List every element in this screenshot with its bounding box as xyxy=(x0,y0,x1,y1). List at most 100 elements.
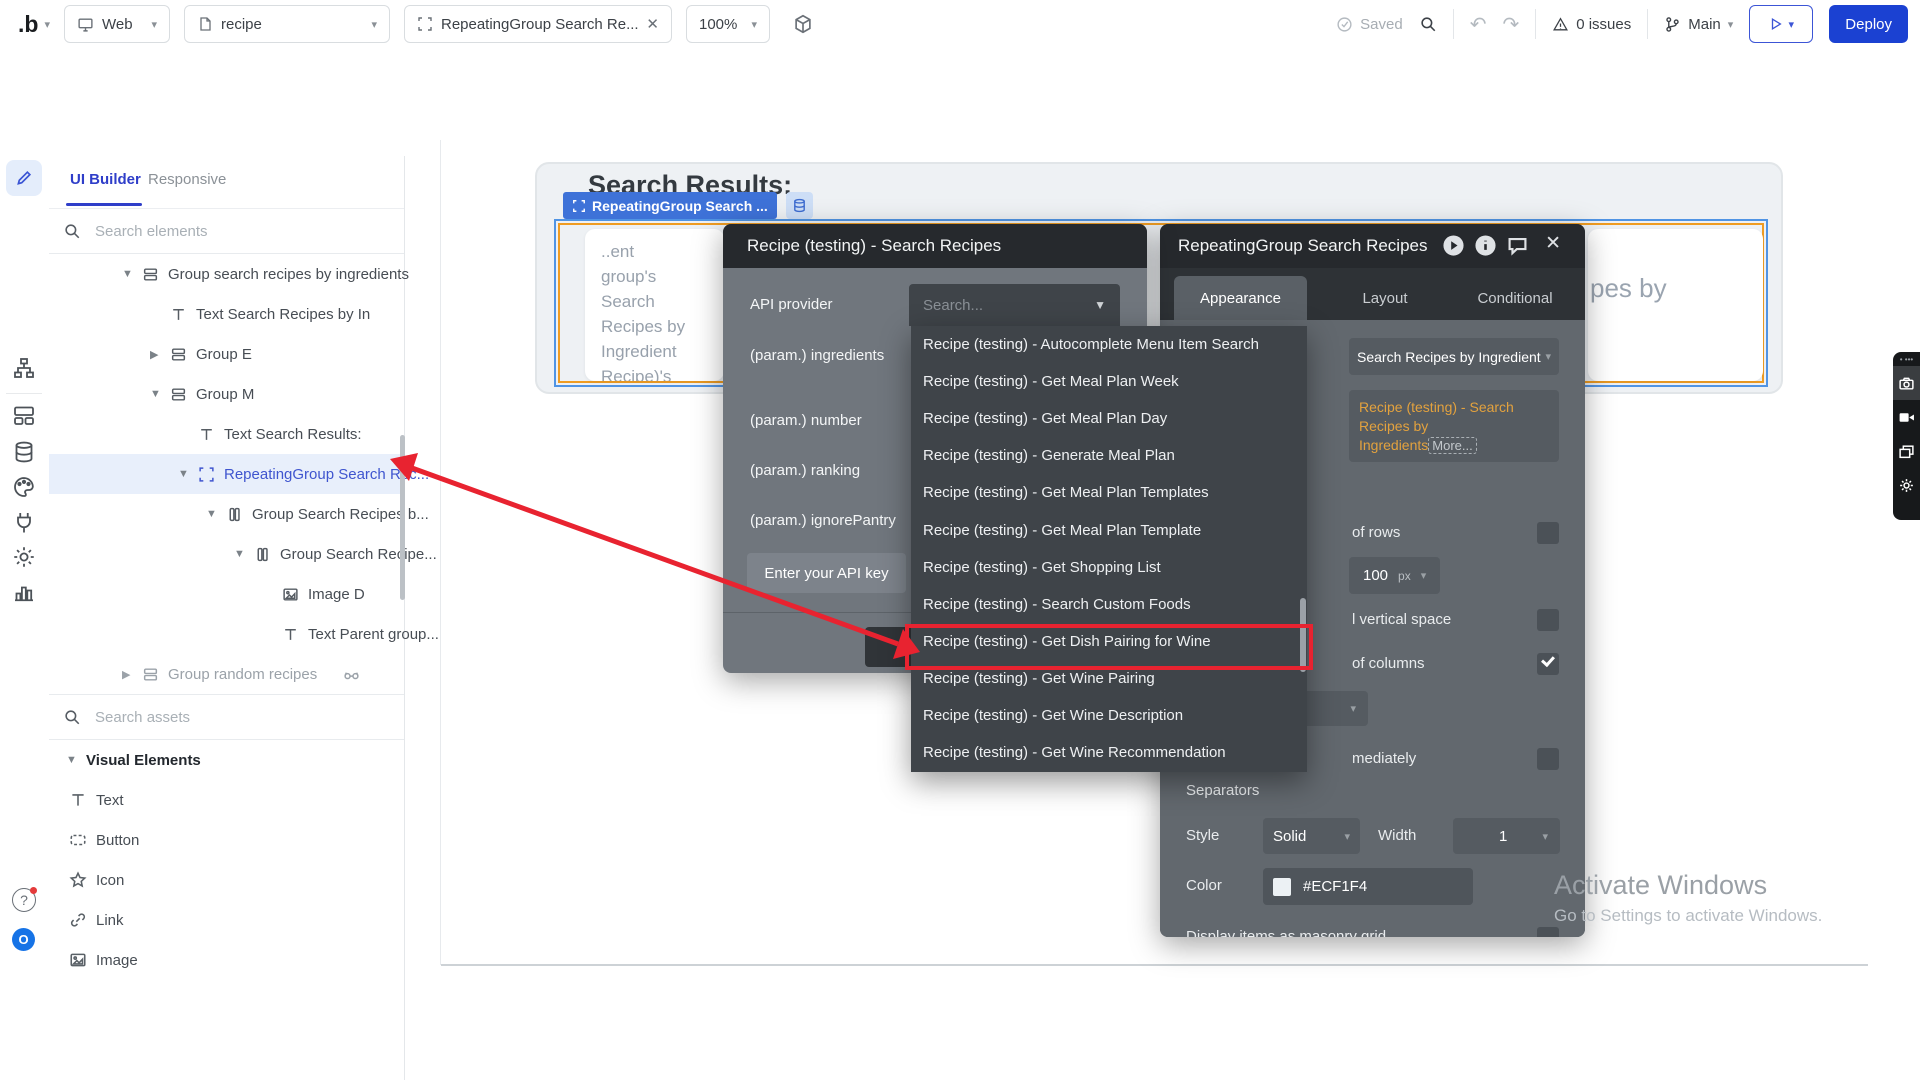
close-icon[interactable]: ✕ xyxy=(646,15,659,33)
search-icon[interactable] xyxy=(1419,15,1437,33)
preview-button[interactable]: ▾ xyxy=(1749,5,1813,43)
separator-color-field[interactable]: #ECF1F4 xyxy=(1263,868,1473,905)
tree-item[interactable]: ▼Group Search Recipes b... xyxy=(49,494,404,534)
screenshot-camera-icon[interactable] xyxy=(1893,366,1920,400)
redo-icon[interactable]: ↷ xyxy=(1502,12,1519,37)
color-value: #ECF1F4 xyxy=(1303,878,1367,895)
more-chip[interactable]: More... xyxy=(1428,437,1476,454)
tree-item[interactable]: ▼Group M xyxy=(49,374,404,414)
tree-item[interactable]: Text Search Recipes by In xyxy=(49,294,404,334)
star-icon xyxy=(69,871,87,889)
comment-icon[interactable] xyxy=(1506,234,1529,257)
undo-icon[interactable]: ↶ xyxy=(1470,12,1487,37)
open-element-tab[interactable]: RepeatingGroup Search Re... ✕ xyxy=(404,5,672,43)
enter-api-key-button[interactable]: Enter your API key xyxy=(747,553,906,593)
provider-option[interactable]: Recipe (testing) - Generate Meal Plan xyxy=(911,437,1307,474)
provider-option[interactable]: Recipe (testing) - Autocomplete Menu Ite… xyxy=(911,326,1307,363)
visual-elements-header[interactable]: ▼ Visual Elements xyxy=(49,740,404,780)
separator-width-select[interactable]: 1 ▾ xyxy=(1453,818,1560,854)
provider-option[interactable]: Recipe (testing) - Search Custom Foods xyxy=(911,586,1307,623)
chevron-right-icon[interactable]: ▶ xyxy=(150,348,170,361)
help-button[interactable]: ? xyxy=(12,888,36,912)
workflow-icon[interactable] xyxy=(12,356,36,380)
play-circle-icon[interactable] xyxy=(1442,234,1465,257)
immediately-checkbox[interactable] xyxy=(1537,748,1559,770)
toolbar-gear-icon[interactable] xyxy=(1893,468,1920,502)
columns-count-select[interactable]: ▾ xyxy=(1300,691,1368,726)
provider-option[interactable]: Recipe (testing) - Get Wine Description xyxy=(911,697,1307,734)
cube-icon[interactable] xyxy=(792,13,814,35)
branch-dropdown[interactable]: Main ▾ xyxy=(1664,16,1733,33)
search-elements-input[interactable]: Search elements xyxy=(49,208,404,254)
visual-element-icon[interactable]: Icon xyxy=(49,860,404,900)
tree-item[interactable]: ▶Group E xyxy=(49,334,404,374)
visual-element-link[interactable]: Link xyxy=(49,900,404,940)
issues-indicator[interactable]: 0 issues xyxy=(1552,16,1631,33)
info-circle-icon[interactable] xyxy=(1474,234,1497,257)
type-of-content-select[interactable]: Search Recipes by Ingredient ▾ xyxy=(1349,338,1559,375)
sidebar-scrollbar[interactable] xyxy=(400,435,405,600)
zoom-dropdown[interactable]: 100% ▾ xyxy=(686,5,770,43)
provider-option[interactable]: Recipe (testing) - Get Meal Plan Templat… xyxy=(911,511,1307,548)
chevron-right-icon[interactable]: ▶ xyxy=(122,668,142,681)
chevron-down-icon[interactable]: ▼ xyxy=(178,468,198,480)
repeating-cell-2[interactable]: pes by xyxy=(1588,229,1763,381)
tab-appearance[interactable]: Appearance xyxy=(1174,276,1307,320)
database-icon[interactable] xyxy=(12,440,36,464)
tree-item[interactable]: ▼RepeatingGroup Search Rec... xyxy=(49,454,404,494)
tab-ui-builder[interactable]: UI Builder xyxy=(70,171,141,188)
divider xyxy=(6,393,42,394)
video-record-icon[interactable] xyxy=(1893,400,1920,434)
vertical-space-checkbox[interactable] xyxy=(1537,609,1559,631)
tree-item[interactable]: ▼Group search recipes by ingredients xyxy=(49,254,404,294)
platform-dropdown[interactable]: Web ▾ xyxy=(64,5,170,43)
layers-copy-icon[interactable] xyxy=(1893,434,1920,468)
tree-item[interactable]: ▼Group Search Recipe... xyxy=(49,534,404,574)
api-provider-select[interactable]: Search... ▼ xyxy=(909,284,1120,326)
visual-element-text[interactable]: Text xyxy=(49,780,404,820)
provider-option[interactable]: Recipe (testing) - Get Meal Plan Day xyxy=(911,400,1307,437)
deploy-button[interactable]: Deploy xyxy=(1829,5,1908,43)
tab-conditional[interactable]: Conditional xyxy=(1450,276,1580,320)
visual-element-button[interactable]: Button xyxy=(49,820,404,860)
components-icon[interactable] xyxy=(12,403,36,427)
rows-checkbox[interactable] xyxy=(1537,522,1559,544)
provider-option[interactable]: Recipe (testing) - Get Shopping List xyxy=(911,549,1307,586)
masonry-checkbox[interactable] xyxy=(1537,927,1559,937)
tree-item-label: Image D xyxy=(308,586,365,603)
styles-palette-icon[interactable] xyxy=(12,475,36,499)
plugins-icon[interactable] xyxy=(12,510,36,534)
tree-item[interactable]: Text Search Results: xyxy=(49,414,404,454)
settings-gear-icon[interactable] xyxy=(12,545,36,569)
search-assets-input[interactable]: Search assets xyxy=(49,694,404,740)
chevron-down-icon[interactable]: ▼ xyxy=(122,268,142,280)
repeating-cell-1[interactable]: ..entgroup'sSearchRecipes byIngredientRe… xyxy=(585,229,724,381)
data-source-chip[interactable] xyxy=(786,192,813,219)
page-dropdown[interactable]: recipe ▾ xyxy=(184,5,390,43)
columns-checkbox[interactable] xyxy=(1537,653,1559,675)
tree-item[interactable]: ▶Group random recipes xyxy=(49,654,404,694)
provider-option[interactable]: Recipe (testing) - Get Wine Recommendati… xyxy=(911,734,1307,771)
visual-element-image[interactable]: Image xyxy=(49,940,404,980)
provider-option[interactable]: Recipe (testing) - Get Meal Plan Templat… xyxy=(911,474,1307,511)
bubble-logo[interactable]: .b ▾ xyxy=(18,11,50,38)
chevron-down-icon[interactable]: ▼ xyxy=(150,388,170,400)
user-badge[interactable]: O xyxy=(12,928,35,951)
panel-header[interactable]: RepeatingGroup Search Recipes ✕ xyxy=(1160,224,1585,268)
tree-item[interactable]: Text Parent group... xyxy=(49,614,404,654)
columns-icon xyxy=(226,506,243,523)
chevron-down-icon[interactable]: ▼ xyxy=(206,508,226,520)
tab-responsive[interactable]: Responsive xyxy=(148,171,226,188)
row-height-input[interactable]: 100 px ▾ xyxy=(1349,557,1440,594)
data-source-field[interactable]: Recipe (testing) - Search Recipes by Ing… xyxy=(1349,390,1559,462)
provider-option[interactable]: Recipe (testing) - Get Meal Plan Week xyxy=(911,363,1307,400)
chevron-down-icon[interactable]: ▼ xyxy=(234,548,254,560)
design-tab-button[interactable] xyxy=(6,160,42,196)
modal-title[interactable]: Recipe (testing) - Search Recipes xyxy=(723,224,1147,268)
tree-item[interactable]: Image D xyxy=(49,574,404,614)
logs-chart-icon[interactable] xyxy=(12,580,36,604)
separator-style-select[interactable]: Solid ▾ xyxy=(1263,818,1360,854)
selected-element-tag[interactable]: RepeatingGroup Search ... xyxy=(563,192,777,219)
close-icon[interactable]: ✕ xyxy=(1545,232,1561,255)
tab-layout[interactable]: Layout xyxy=(1320,276,1450,320)
